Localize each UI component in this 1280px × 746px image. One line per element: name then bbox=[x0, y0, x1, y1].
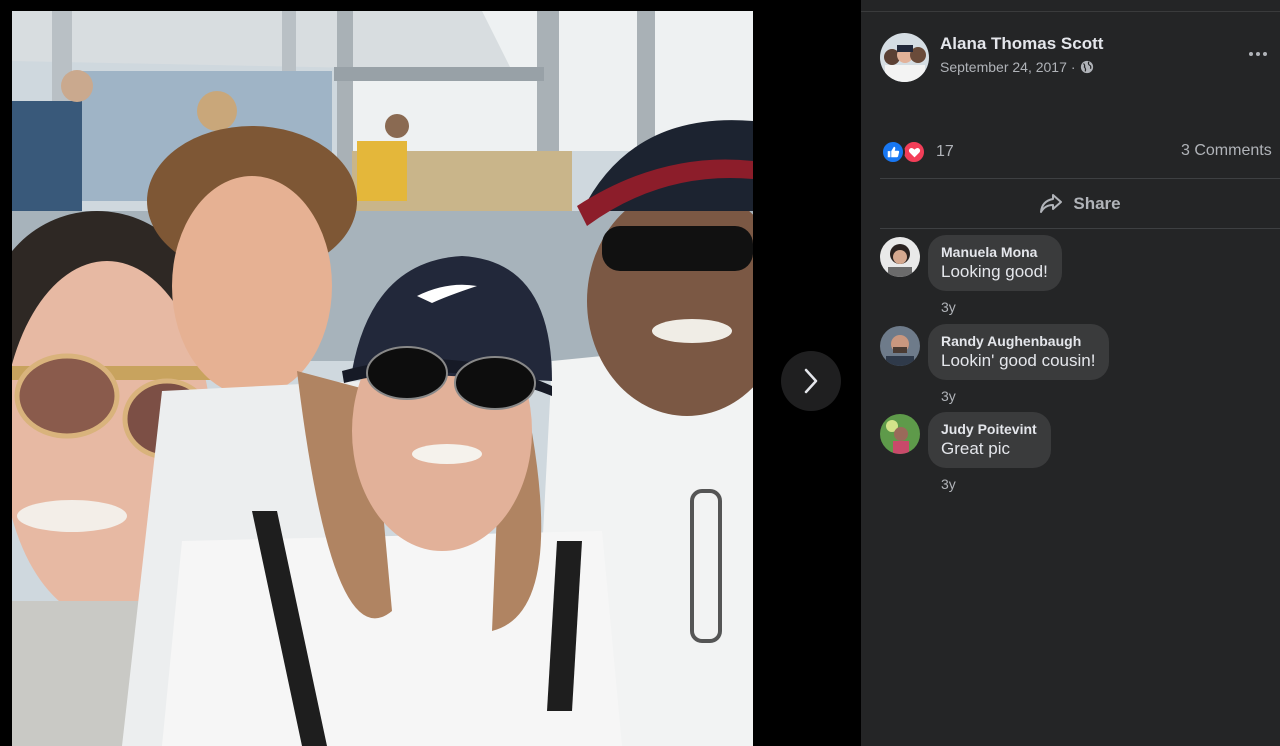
share-button[interactable]: Share bbox=[880, 182, 1280, 226]
more-horizontal-icon[interactable] bbox=[1249, 44, 1275, 64]
comment-text: Great pic bbox=[941, 439, 1010, 458]
author-name[interactable]: Alana Thomas Scott bbox=[940, 34, 1103, 54]
actions-divider-top bbox=[880, 178, 1280, 179]
share-label: Share bbox=[1073, 194, 1121, 213]
post-date[interactable]: September 24, 2017 bbox=[940, 59, 1067, 75]
chevron-right-icon bbox=[804, 368, 818, 394]
comment-author[interactable]: Randy Aughenbaugh bbox=[941, 332, 1095, 350]
next-photo-button[interactable] bbox=[781, 351, 841, 411]
post-side-panel: Alana Thomas Scott September 24, 2017 · … bbox=[861, 0, 1280, 746]
author-avatar[interactable] bbox=[880, 33, 929, 82]
comment-text: Lookin' good cousin! bbox=[941, 351, 1096, 370]
reaction-count: 17 bbox=[936, 143, 954, 160]
comment-bubble: Randy Aughenbaugh Lookin' good cousin! bbox=[928, 324, 1110, 380]
author-avatar-image bbox=[880, 33, 929, 82]
commenter-avatar[interactable] bbox=[880, 414, 920, 454]
comments-count-link[interactable]: 3 Comments bbox=[1181, 142, 1272, 160]
actions-divider-bottom bbox=[880, 228, 1280, 229]
comment-timestamp[interactable]: 3y bbox=[941, 388, 956, 404]
commenter-avatar[interactable] bbox=[880, 237, 920, 277]
comment-bubble: Judy Poitevint Great pic bbox=[928, 412, 1051, 468]
comment-text: Looking good! bbox=[941, 262, 1048, 281]
post-photo[interactable] bbox=[12, 11, 753, 746]
comment-author[interactable]: Judy Poitevint bbox=[941, 420, 1037, 438]
love-icon bbox=[902, 140, 926, 164]
share-icon bbox=[1040, 194, 1063, 213]
comment-bubble: Manuela Mona Looking good! bbox=[928, 235, 1062, 291]
panel-divider bbox=[861, 11, 1280, 12]
comment-timestamp[interactable]: 3y bbox=[941, 476, 956, 492]
photo-viewer bbox=[0, 0, 861, 746]
reactions-summary[interactable]: 17 bbox=[881, 140, 954, 164]
photo-image bbox=[12, 11, 753, 746]
meta-separator: · bbox=[1070, 59, 1076, 75]
commenter-avatar[interactable] bbox=[880, 326, 920, 366]
globe-icon[interactable] bbox=[1080, 60, 1094, 74]
comment-timestamp[interactable]: 3y bbox=[941, 299, 956, 315]
post-meta: September 24, 2017 · bbox=[940, 59, 1094, 75]
comment-author[interactable]: Manuela Mona bbox=[941, 243, 1048, 261]
like-icon bbox=[881, 140, 905, 164]
